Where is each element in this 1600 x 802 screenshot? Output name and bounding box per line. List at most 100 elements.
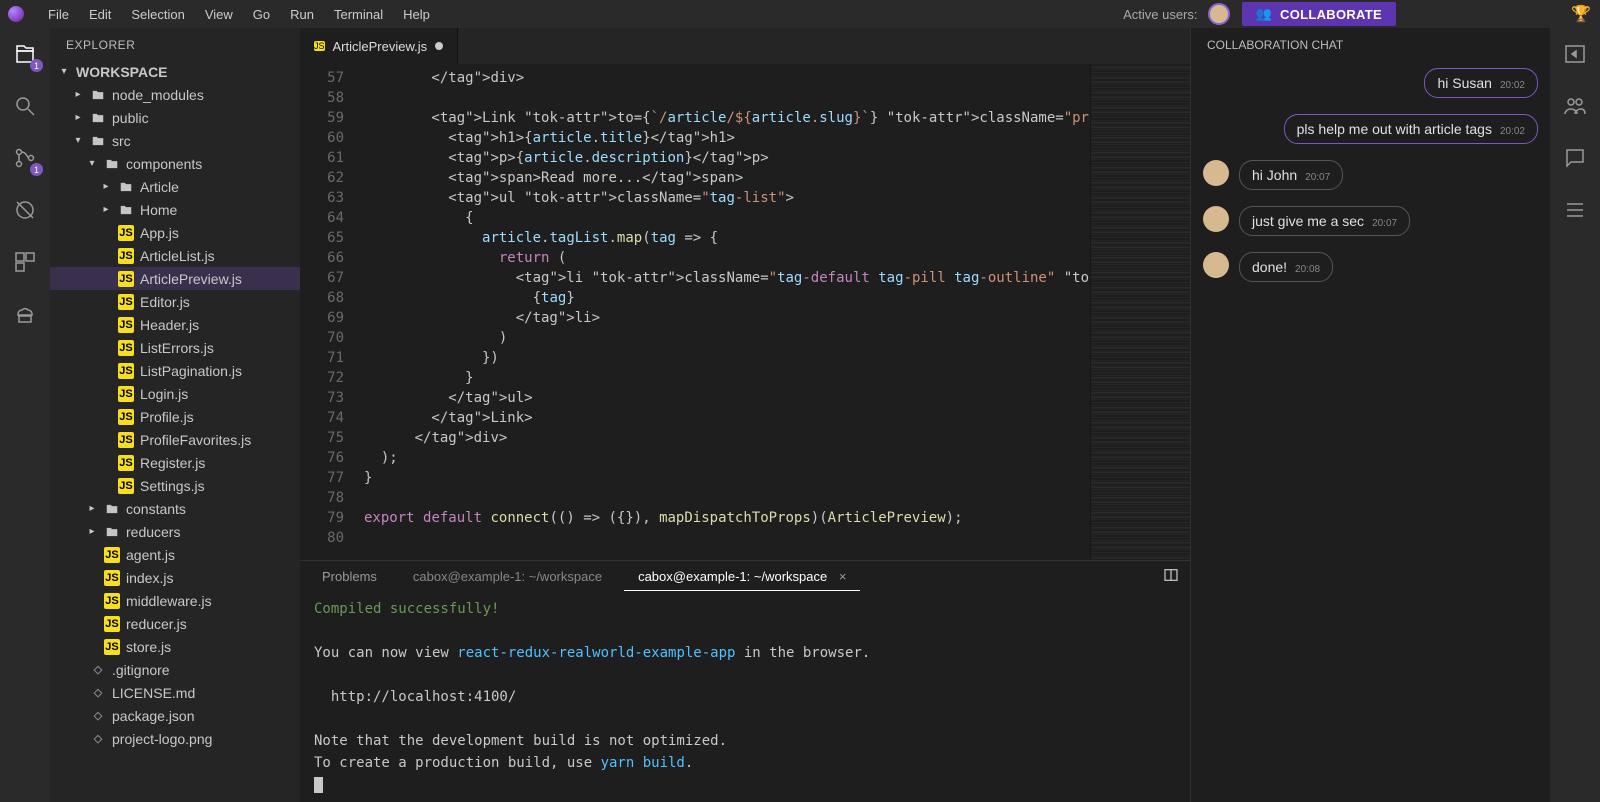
workspace-root[interactable]: ▾ WORKSPACE xyxy=(50,60,300,83)
file-agent-js[interactable]: JSagent.js xyxy=(50,543,300,566)
folder-src[interactable]: ▾src xyxy=(50,129,300,152)
file-login-js[interactable]: JSLogin.js xyxy=(50,382,300,405)
chat-avatar xyxy=(1203,206,1229,232)
chevron-right-icon: ▸ xyxy=(100,204,112,215)
panel-tab-problems[interactable]: Problems xyxy=(308,563,391,590)
menu-file[interactable]: File xyxy=(38,3,79,26)
chat-timestamp: 20:08 xyxy=(1295,264,1320,275)
chat-bubble: pls help me out with article tags20:02 xyxy=(1284,114,1538,144)
tree-label: middleware.js xyxy=(126,593,212,609)
tree-label: Register.js xyxy=(140,455,205,471)
menu-terminal[interactable]: Terminal xyxy=(324,3,393,26)
file-package-json[interactable]: ◇ package.json xyxy=(50,704,300,727)
js-file-icon: JS xyxy=(118,409,134,425)
file-profile-js[interactable]: JSProfile.js xyxy=(50,405,300,428)
chat-messages[interactable]: hi Susan20:02pls help me out with articl… xyxy=(1191,62,1550,802)
file-icon: ◇ xyxy=(90,708,106,724)
menu-run[interactable]: Run xyxy=(280,3,324,26)
code-content[interactable]: </tag">div> <tag">Link "tok-attr">to={`/… xyxy=(356,64,1090,560)
chat-timestamp: 20:07 xyxy=(1305,172,1330,183)
tree-label: Login.js xyxy=(140,386,188,402)
tree-label: store.js xyxy=(126,639,171,655)
folder-node_modules[interactable]: ▸node_modules xyxy=(50,83,300,106)
folder-public[interactable]: ▸public xyxy=(50,106,300,129)
tree-label: reducer.js xyxy=(126,616,187,632)
file-articlelist-js[interactable]: JSArticleList.js xyxy=(50,244,300,267)
chat-message: hi John20:07 xyxy=(1203,160,1538,190)
tree-label: reducers xyxy=(126,524,180,540)
file-tree[interactable]: ▾ WORKSPACE ▸node_modules▸public▾src▾com… xyxy=(50,60,300,802)
file-project-logo-png[interactable]: ◇project-logo.png xyxy=(50,727,300,750)
folder-article[interactable]: ▸Article xyxy=(50,175,300,198)
tree-label: LICENSE.md xyxy=(112,685,195,701)
terminal-line: react-redux-realworld-example-app xyxy=(457,645,735,661)
activity-list-icon[interactable] xyxy=(1559,194,1591,226)
menu-edit[interactable]: Edit xyxy=(79,3,121,26)
file-app-js[interactable]: JSApp.js xyxy=(50,221,300,244)
menu-view[interactable]: View xyxy=(195,3,243,26)
activity-preview-icon[interactable] xyxy=(1559,38,1591,70)
chevron-down-icon: ▾ xyxy=(86,158,98,169)
menu-go[interactable]: Go xyxy=(243,3,280,26)
file-articlepreview-js[interactable]: JSArticlePreview.js xyxy=(50,267,300,290)
file-icon: ◇ xyxy=(90,685,106,701)
collaborate-button[interactable]: 👥 COLLABORATE xyxy=(1242,2,1397,26)
chat-timestamp: 20:02 xyxy=(1500,80,1525,91)
code-editor[interactable]: 5758596061626364656667686970717273747576… xyxy=(300,64,1190,560)
file-header-js[interactable]: JSHeader.js xyxy=(50,313,300,336)
activity-chat-icon[interactable] xyxy=(1559,142,1591,174)
file-listerrors-js[interactable]: JSListErrors.js xyxy=(50,336,300,359)
tree-label: constants xyxy=(126,501,186,517)
chat-avatar xyxy=(1203,252,1229,278)
editor-tab-articlepreview[interactable]: JS ArticlePreview.js xyxy=(300,28,458,64)
scm-badge: 1 xyxy=(30,163,43,176)
file-license-md[interactable]: ◇ LICENSE.md xyxy=(50,681,300,704)
chat-message: just give me a sec20:07 xyxy=(1203,206,1538,236)
activity-extensions-icon[interactable] xyxy=(9,246,41,278)
panel-tab-terminal-2[interactable]: cabox@example-1: ~/workspace × xyxy=(624,563,860,591)
file-profilefavorites-js[interactable]: JSProfileFavorites.js xyxy=(50,428,300,451)
folder-constants[interactable]: ▸constants xyxy=(50,497,300,520)
folder-home[interactable]: ▸ Home xyxy=(50,198,300,221)
folder-icon xyxy=(104,501,120,517)
tree-label: Home xyxy=(140,202,177,218)
file-index-js[interactable]: JSindex.js xyxy=(50,566,300,589)
activity-chef-icon[interactable] xyxy=(9,298,41,330)
terminal-line: . xyxy=(685,755,693,771)
js-file-icon: JS xyxy=(118,478,134,494)
file-editor-js[interactable]: JSEditor.js xyxy=(50,290,300,313)
file--gitignore[interactable]: ◇.gitignore xyxy=(50,658,300,681)
tree-label: package.json xyxy=(112,708,195,724)
file-listpagination-js[interactable]: JSListPagination.js xyxy=(50,359,300,382)
folder-reducers[interactable]: ▸reducers xyxy=(50,520,300,543)
panel-tab-terminal-1[interactable]: cabox@example-1: ~/workspace xyxy=(399,563,616,590)
menu-bar: FileEditSelectionViewGoRunTerminalHelp A… xyxy=(0,0,1600,28)
folder-components[interactable]: ▾components xyxy=(50,152,300,175)
js-file-icon: JS xyxy=(118,271,134,287)
file-register-js[interactable]: JSRegister.js xyxy=(50,451,300,474)
menu-help[interactable]: Help xyxy=(393,3,440,26)
file-store-js[interactable]: JSstore.js xyxy=(50,635,300,658)
file-middleware-js[interactable]: JSmiddleware.js xyxy=(50,589,300,612)
terminal-output[interactable]: Compiled successfully! You can now view … xyxy=(300,592,1190,802)
file-icon: ◇ xyxy=(90,731,106,747)
close-icon[interactable]: × xyxy=(839,569,847,584)
js-file-icon: JS xyxy=(314,41,325,51)
file-reducer-js[interactable]: JSreducer.js xyxy=(50,612,300,635)
activity-debug-icon[interactable] xyxy=(9,194,41,226)
file-settings-js[interactable]: JSSettings.js xyxy=(50,474,300,497)
trophy-icon[interactable]: 🏆 xyxy=(1570,3,1592,25)
activity-scm-icon[interactable]: 1 xyxy=(9,142,41,174)
menu-selection[interactable]: Selection xyxy=(121,3,194,26)
split-editor-icon[interactable] xyxy=(1160,567,1182,586)
minimap[interactable] xyxy=(1090,64,1190,560)
js-file-icon: JS xyxy=(118,340,134,356)
active-user-avatar[interactable] xyxy=(1208,3,1230,25)
chat-bubble: done!20:08 xyxy=(1239,252,1333,282)
dirty-indicator-icon xyxy=(435,42,443,50)
js-file-icon: JS xyxy=(118,248,134,264)
activity-explorer-icon[interactable]: 1 xyxy=(9,38,41,70)
activity-search-icon[interactable] xyxy=(9,90,41,122)
activity-users-icon[interactable] xyxy=(1559,90,1591,122)
folder-icon xyxy=(118,179,134,195)
